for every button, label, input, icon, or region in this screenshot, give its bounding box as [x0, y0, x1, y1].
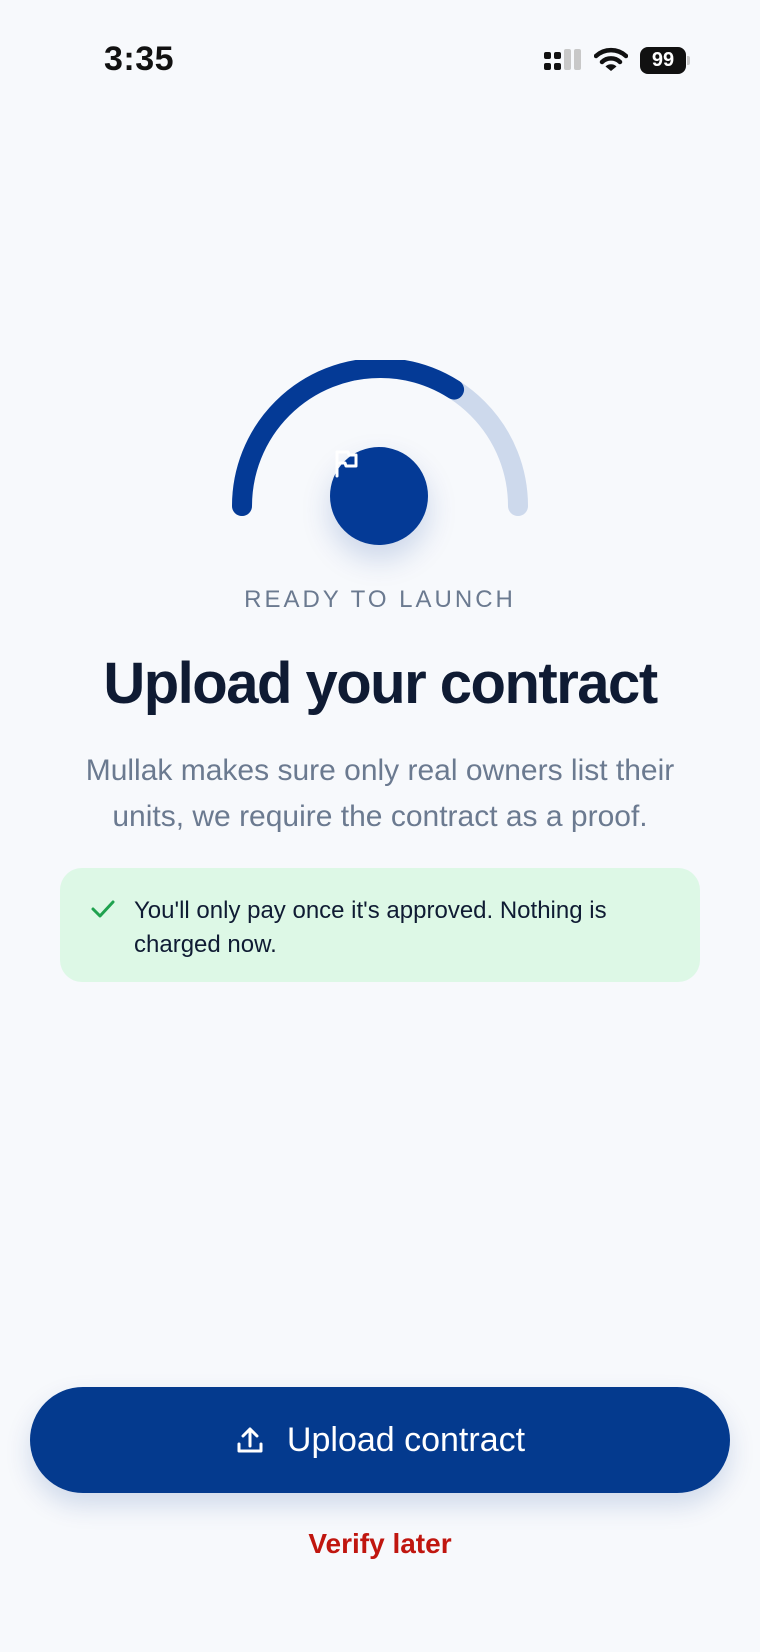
upload-icon	[237, 1427, 263, 1453]
wifi-icon	[594, 47, 628, 71]
battery-icon: 99	[640, 47, 690, 74]
page-subtitle: Mullak makes sure only real owners list …	[85, 754, 675, 833]
battery-level: 99	[640, 47, 686, 74]
upload-contract-button[interactable]: Upload contract	[30, 1387, 730, 1493]
notice-text: You'll only pay once it's approved. Noth…	[134, 897, 607, 958]
verify-later-link[interactable]: Verify later	[230, 1528, 530, 1560]
status-time: 3:35	[104, 40, 175, 78]
flag-icon	[335, 450, 358, 478]
progress-gauge	[220, 360, 540, 560]
status-bar: 3:35 99	[0, 0, 760, 130]
gauge-badge	[330, 447, 428, 545]
check-icon	[91, 900, 115, 918]
eyebrow-label: READY TO LAUNCH	[244, 586, 516, 613]
page-title: Upload your contract	[103, 651, 658, 716]
upload-contract-label: Upload contract	[286, 1420, 526, 1459]
signal-icon	[544, 49, 581, 70]
payment-notice: You'll only pay once it's approved. Noth…	[60, 868, 700, 982]
battery-tip	[687, 56, 690, 65]
